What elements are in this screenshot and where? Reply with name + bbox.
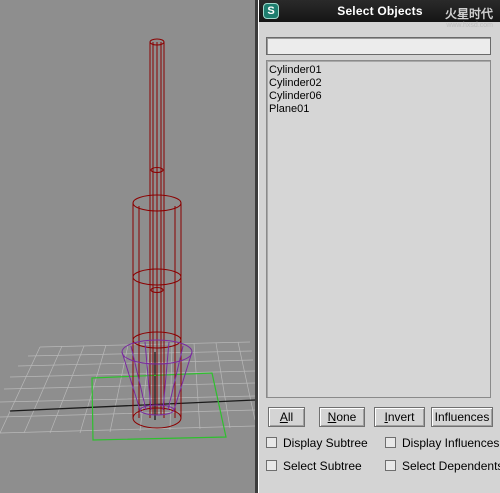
cylinder-wire	[132, 38, 182, 429]
perspective-viewport[interactable]	[0, 0, 255, 493]
select-dependents-option[interactable]: Select Dependents	[385, 459, 500, 473]
select-dependents-checkbox[interactable]	[385, 460, 396, 471]
select-objects-dialog: S Select Objects 火星时代 www.hxsd.com Cylin…	[258, 0, 500, 493]
select-subtree-option[interactable]: Select Subtree	[266, 459, 362, 473]
watermark-sub: www.hxsd.com	[446, 22, 493, 29]
all-accel: A	[279, 409, 288, 424]
display-influences-option[interactable]: Display Influences	[385, 436, 499, 450]
list-item[interactable]: Cylinder02	[269, 77, 490, 90]
invert-rest: nvert	[387, 409, 415, 424]
display-influences-checkbox[interactable]	[385, 437, 396, 448]
invert-button[interactable]: Invert	[374, 407, 425, 427]
list-item[interactable]: Cylinder01	[269, 64, 490, 77]
influences-button[interactable]: Influences	[431, 407, 493, 427]
select-subtree-label: Select Subtree	[283, 459, 362, 473]
none-button[interactable]: None	[319, 407, 365, 427]
object-list[interactable]: Cylinder01 Cylinder02 Cylinder06 Plane01	[266, 60, 491, 398]
list-item[interactable]: Cylinder06	[269, 90, 490, 103]
all-rest: ll	[287, 409, 294, 424]
display-subtree-option[interactable]: Display Subtree	[266, 436, 368, 450]
none-accel: N	[327, 409, 337, 424]
search-input[interactable]	[266, 37, 491, 55]
list-item[interactable]: Plane01	[269, 103, 490, 116]
display-influences-label: Display Influences	[402, 436, 500, 450]
dialog-titlebar[interactable]: S Select Objects 火星时代 www.hxsd.com	[259, 0, 500, 29]
watermark-main: 火星时代	[444, 7, 493, 21]
none-rest: one	[336, 409, 357, 424]
display-subtree-label: Display Subtree	[283, 436, 368, 450]
select-subtree-checkbox[interactable]	[266, 460, 277, 471]
all-button[interactable]: All	[268, 407, 305, 427]
viewport-scene	[0, 38, 255, 441]
home-grid	[0, 341, 255, 434]
select-dependents-label: Select Dependents	[402, 459, 500, 473]
watermark: 火星时代 www.hxsd.com	[445, 8, 493, 32]
display-subtree-checkbox[interactable]	[266, 437, 277, 448]
